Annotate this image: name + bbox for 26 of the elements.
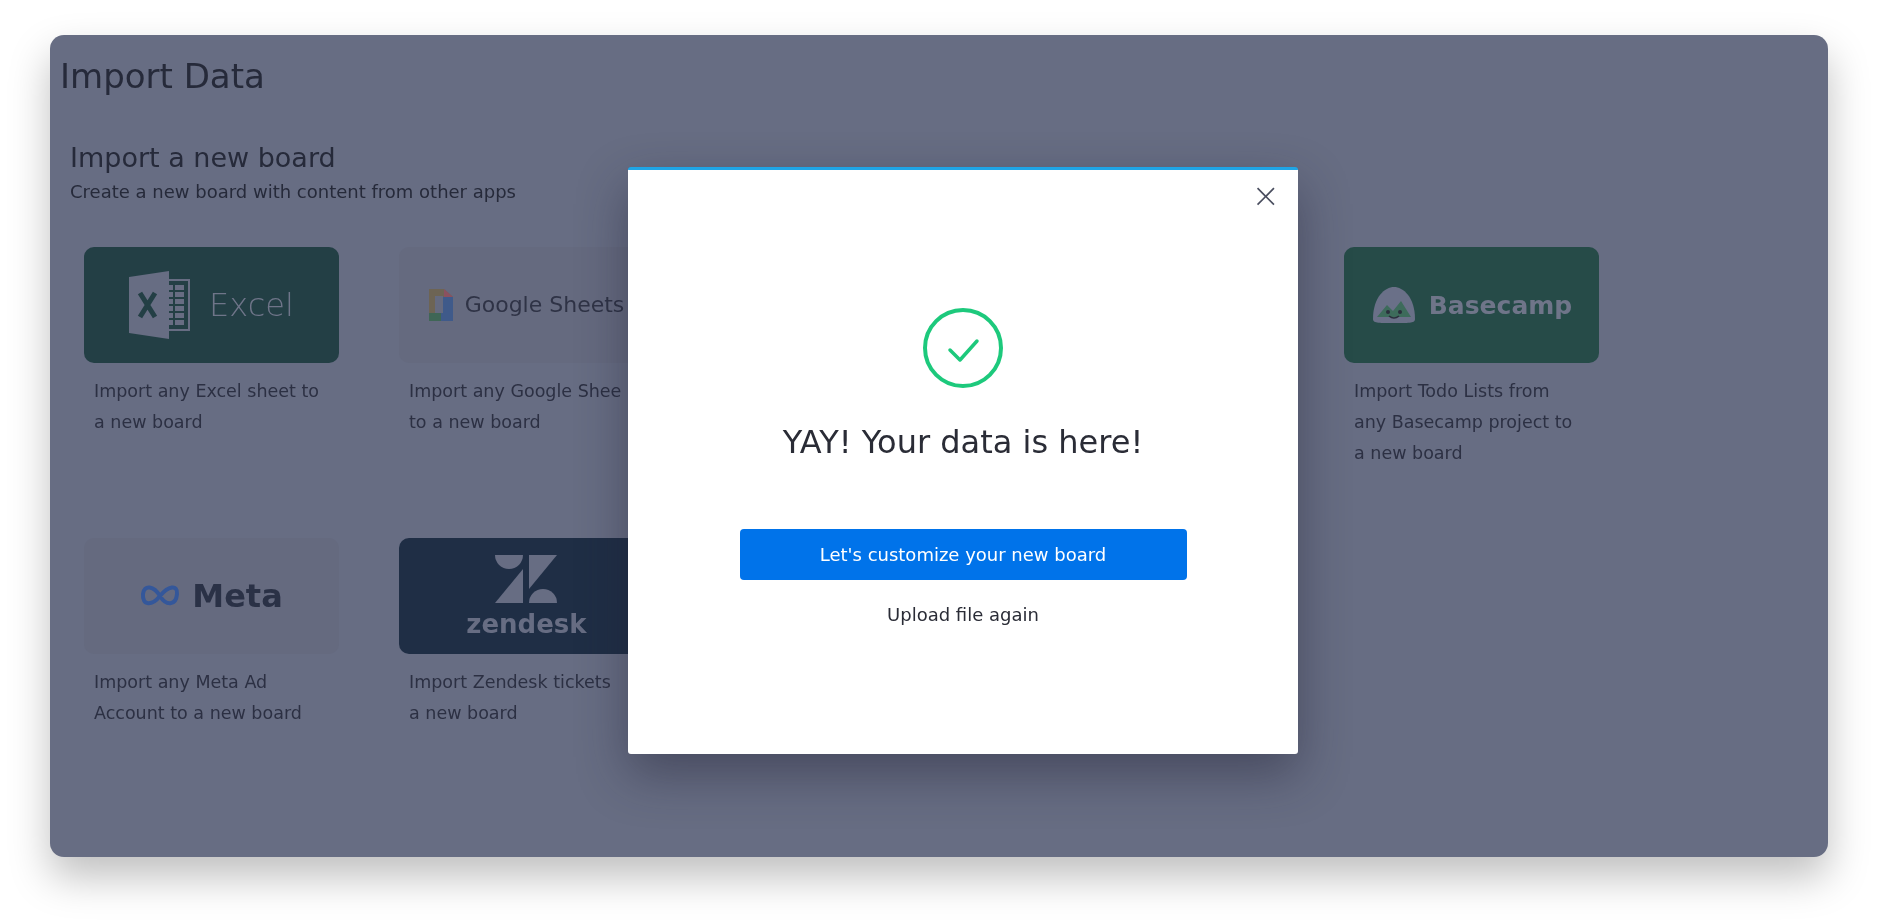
section-heading: Import a new board bbox=[70, 141, 336, 175]
document-icon bbox=[428, 289, 453, 321]
spreadsheet-icon bbox=[129, 271, 192, 339]
basecamp-logo-text: Basecamp bbox=[1428, 292, 1573, 318]
card-description: Import Todo Lists from any Basecamp project to a new board bbox=[1354, 380, 1573, 465]
excel-logo-text: Excel bbox=[209, 289, 294, 321]
google-sheets-logo-text: Google Sheets bbox=[464, 294, 625, 316]
upload-again-link[interactable]: Upload file again bbox=[883, 600, 1043, 629]
card-description: Import any Excel sheet to a new board bbox=[94, 380, 320, 434]
success-check-icon bbox=[921, 306, 1005, 390]
import-source-card[interactable]: Excel bbox=[84, 247, 339, 363]
page-title: Import Data bbox=[60, 55, 265, 98]
infinity-icon bbox=[140, 584, 181, 608]
zendesk-logo-text: zendesk bbox=[466, 611, 587, 637]
close-button[interactable]: × bbox=[1247, 178, 1284, 212]
import-source-card[interactable]: Meta bbox=[84, 538, 339, 654]
dialog-heading: YAY! Your data is here! bbox=[782, 422, 1144, 463]
customize-board-button[interactable]: Let's customize your new board bbox=[739, 529, 1187, 580]
meta-logo-text: Meta bbox=[192, 580, 283, 612]
card-description: Import any Meta Ad Account to a new board bbox=[94, 671, 302, 725]
card-description: Import Zendesk tickets a new board bbox=[409, 671, 611, 725]
smiling-mountain-icon bbox=[1370, 285, 1417, 325]
import-source-card[interactable]: Basecamp bbox=[1344, 247, 1599, 363]
zendesk-mark-icon bbox=[495, 555, 558, 603]
section-subheading: Create a new board with content from other apps bbox=[70, 180, 516, 204]
card-description: Import any Google Shee to a new board bbox=[409, 380, 622, 434]
